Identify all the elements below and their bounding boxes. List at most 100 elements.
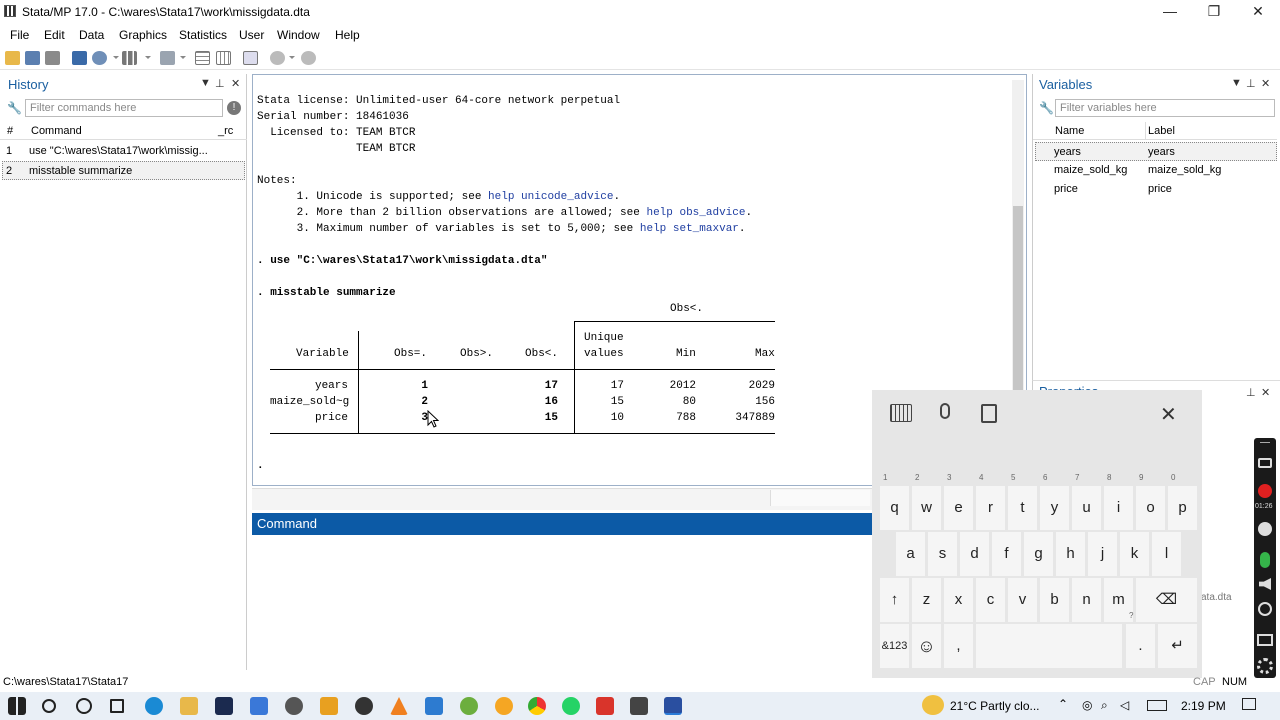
menu-data[interactable]: Data	[79, 28, 104, 42]
key-q[interactable]: 1q	[880, 473, 909, 530]
close-button[interactable]: ✕	[1236, 0, 1280, 24]
enter-key[interactable]: ↵	[1158, 624, 1197, 668]
key-t[interactable]: 5t	[1008, 473, 1037, 530]
photoshop-icon[interactable]	[215, 697, 233, 715]
history-row-selected[interactable]: 2 misstable summarize	[2, 161, 245, 180]
backspace-key[interactable]: ⌫	[1136, 578, 1197, 622]
pause-icon[interactable]	[1258, 522, 1272, 536]
col-label[interactable]: Label	[1148, 125, 1175, 137]
key-o[interactable]: 9o	[1136, 473, 1165, 530]
app-icon[interactable]	[495, 697, 513, 715]
volume-icon[interactable]: ◁	[1120, 698, 1129, 712]
key-b[interactable]: b	[1040, 578, 1069, 622]
variables-manager-icon[interactable]	[243, 51, 258, 65]
settings-icon[interactable]	[1257, 658, 1273, 674]
variables-filter-input[interactable]: Filter variables here	[1055, 99, 1275, 117]
webcam-icon[interactable]	[1258, 602, 1272, 616]
key-a[interactable]: a	[896, 532, 925, 576]
col-number[interactable]: #	[7, 125, 13, 137]
open-icon[interactable]	[5, 51, 20, 65]
keyboard-settings-icon[interactable]	[890, 404, 912, 422]
key-g[interactable]: g	[1024, 532, 1053, 576]
log-icon[interactable]	[72, 51, 87, 65]
video-icon[interactable]	[355, 697, 373, 715]
microphone-icon[interactable]	[1260, 552, 1270, 568]
key-x[interactable]: x	[944, 578, 973, 622]
space-key[interactable]	[976, 624, 1122, 668]
window-icon[interactable]	[1257, 634, 1273, 646]
key-j[interactable]: j	[1088, 532, 1117, 576]
edge-icon[interactable]	[145, 697, 163, 715]
filter-icon[interactable]: ▼	[200, 77, 211, 89]
save-icon[interactable]	[25, 51, 40, 65]
chevron-up-icon[interactable]: ⌃	[1058, 697, 1068, 711]
do-file-editor-icon[interactable]	[160, 51, 175, 65]
help-link[interactable]: help obs_advice	[646, 207, 745, 219]
windows-start-icon[interactable]	[8, 697, 26, 715]
weather-text[interactable]: 21°C Partly clo...	[950, 699, 1040, 713]
variable-row[interactable]: maize_sold_kg maize_sold_kg	[1035, 161, 1277, 180]
record-icon[interactable]	[1258, 484, 1272, 498]
break-icon[interactable]	[301, 51, 316, 65]
col-name[interactable]: Name	[1055, 125, 1084, 137]
menu-graphics[interactable]: Graphics	[119, 28, 167, 42]
menu-window[interactable]: Window	[277, 28, 320, 42]
microphone-icon[interactable]	[940, 403, 950, 419]
chevron-down-icon[interactable]	[289, 56, 295, 59]
minimize-button[interactable]: —	[1148, 0, 1192, 24]
info-icon[interactable]: !	[227, 101, 241, 115]
maximize-button[interactable]: ❐	[1192, 0, 1236, 24]
key-r[interactable]: 4r	[976, 473, 1005, 530]
notification-icon[interactable]	[1242, 698, 1256, 710]
key-i[interactable]: 8i	[1104, 473, 1133, 530]
period-key[interactable]: ?.	[1126, 611, 1155, 668]
chevron-down-icon[interactable]	[145, 56, 151, 59]
key-f[interactable]: f	[992, 532, 1021, 576]
key-e[interactable]: 3e	[944, 473, 973, 530]
hscroll-thumb[interactable]	[770, 490, 870, 506]
tray-icon[interactable]: ◎	[1082, 698, 1092, 712]
emoji-key[interactable]: ☺	[912, 624, 941, 668]
chevron-down-icon[interactable]	[180, 56, 186, 59]
key-c[interactable]: c	[976, 578, 1005, 622]
help-link[interactable]: help unicode_advice	[488, 191, 613, 203]
file-explorer-icon[interactable]	[180, 697, 198, 715]
data-editor-icon[interactable]	[195, 51, 210, 65]
history-filter-input[interactable]: Filter commands here	[25, 99, 223, 117]
cortana-icon[interactable]	[76, 698, 92, 714]
pin-icon[interactable]: ⊥	[1246, 77, 1256, 90]
key-k[interactable]: k	[1120, 532, 1149, 576]
key-s[interactable]: s	[928, 532, 957, 576]
whatsapp-icon[interactable]	[562, 697, 580, 715]
key-z[interactable]: z	[912, 578, 941, 622]
menu-help[interactable]: Help	[335, 28, 360, 42]
key-w[interactable]: 2w	[912, 473, 941, 530]
media-player-icon[interactable]	[320, 697, 338, 715]
symbols-key[interactable]: &123	[880, 624, 909, 668]
app-icon[interactable]	[425, 697, 443, 715]
menu-statistics[interactable]: Statistics	[179, 28, 227, 42]
graph-icon[interactable]	[122, 51, 137, 65]
comma-key[interactable]: ,	[944, 624, 973, 668]
key-h[interactable]: h	[1056, 532, 1085, 576]
data-browser-icon[interactable]	[216, 51, 231, 65]
keyboard-close-button[interactable]: ✕	[1160, 402, 1177, 427]
key-p[interactable]: 0p	[1168, 473, 1197, 530]
pin-icon[interactable]: ⊥	[1246, 386, 1256, 399]
filter-icon[interactable]: ▼	[1231, 77, 1242, 89]
shift-key[interactable]: ↑	[880, 578, 909, 622]
command-input[interactable]	[252, 535, 872, 670]
print-icon[interactable]	[45, 51, 60, 65]
network-icon[interactable]: ⌕	[1101, 698, 1108, 713]
history-row[interactable]: 1 use "C:\wares\Stata17\work\missig...	[2, 142, 245, 161]
collapse-icon[interactable]	[1260, 442, 1270, 443]
key-n[interactable]: n	[1072, 578, 1101, 622]
key-y[interactable]: 6y	[1040, 473, 1069, 530]
pin-icon[interactable]: ⊥	[215, 77, 225, 90]
speaker-icon[interactable]	[1259, 578, 1271, 590]
camera-icon[interactable]	[1258, 458, 1272, 468]
search-icon[interactable]	[42, 699, 56, 713]
variable-row[interactable]: price price	[1035, 180, 1277, 199]
chrome-icon[interactable]	[528, 697, 546, 715]
help-link[interactable]: help set_maxvar	[640, 223, 739, 235]
